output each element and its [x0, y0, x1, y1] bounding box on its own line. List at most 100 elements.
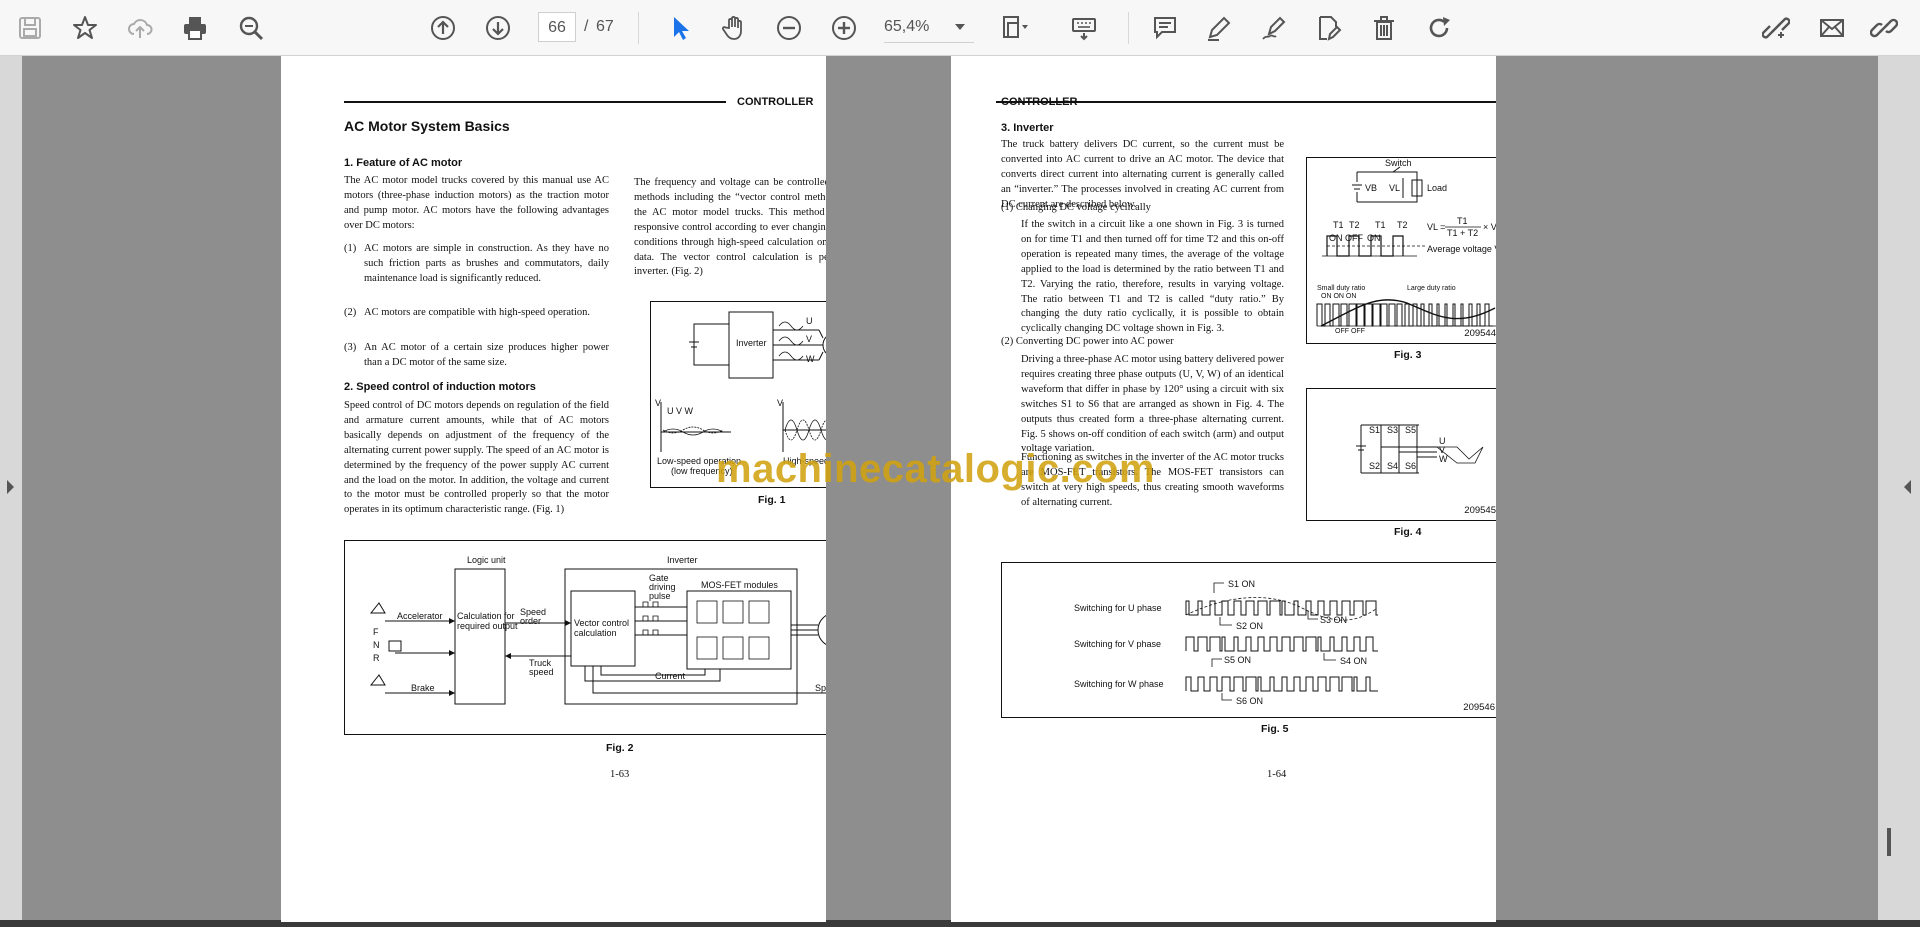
- zoom-out-icon[interactable]: [771, 10, 807, 46]
- save-icon[interactable]: [12, 10, 48, 46]
- figure-5-switching-phases: Switching for U phase Switching for V ph…: [1001, 562, 1496, 718]
- fig-label: Switching for W phase: [1074, 679, 1164, 689]
- fig-label: Small duty ratio: [1317, 285, 1365, 292]
- page-down-icon[interactable]: [480, 10, 516, 46]
- fig-label: T1 + T2: [1447, 228, 1478, 238]
- section-heading: 3. Inverter: [1001, 122, 1054, 134]
- body-paragraph: The frequency and voltage can be control…: [634, 177, 826, 278]
- fig-label: S5 ON: [1224, 655, 1251, 665]
- toolbar-divider: [638, 12, 639, 44]
- fig-label: T2: [1397, 220, 1408, 230]
- list-item: (2) AC motors are compatible with high-s…: [344, 307, 590, 318]
- select-cursor-icon[interactable]: [662, 10, 698, 46]
- fig-label: required output: [457, 621, 518, 631]
- fig-label: Vector control: [574, 618, 629, 628]
- subsection-heading: (2) Converting DC power into AC power: [1001, 336, 1174, 347]
- page-number: 1-64: [1267, 769, 1287, 780]
- fig-label: Brake: [411, 683, 435, 693]
- sign-icon[interactable]: [1256, 10, 1292, 46]
- edit-document-icon[interactable]: [1311, 10, 1347, 46]
- print-icon[interactable]: [177, 10, 213, 46]
- fig-label: Switching for U phase: [1074, 603, 1162, 613]
- zoom-in-icon[interactable]: [826, 10, 862, 46]
- fig-label: Switch: [1385, 158, 1412, 168]
- fig-label: order: [520, 616, 541, 626]
- fig-label: VL =: [1427, 222, 1445, 232]
- hyperlink-icon[interactable]: [1866, 10, 1902, 46]
- fig-label: ON ON ON: [1321, 293, 1356, 300]
- fig-label: V: [777, 398, 783, 408]
- redo-icon[interactable]: [1421, 10, 1457, 46]
- page-up-icon[interactable]: [425, 10, 461, 46]
- bookmark-star-icon[interactable]: [67, 10, 103, 46]
- figure-4-six-switch-circuit: S1 S3 S5 S2 S4 S6 U V W 209545: [1306, 388, 1496, 521]
- fig-label: R: [373, 653, 380, 663]
- fig-label: S5: [1405, 425, 1416, 435]
- fig-label: Inverter: [667, 555, 698, 565]
- fig-label: ON: [1329, 233, 1343, 243]
- fig-label: MOS-FET modules: [701, 580, 778, 590]
- figure-3-duty-ratio: Switch VB VL Load T1 T2 T1 T2 ON OFF ON …: [1306, 157, 1496, 344]
- fig-label: Speed: [815, 683, 826, 693]
- pdf-toolbar: 66 / 67 65,4%: [0, 0, 1920, 56]
- chevron-down-icon[interactable]: [955, 24, 965, 30]
- fig-label: Accelerator: [397, 611, 443, 621]
- running-head: CONTROLLER: [737, 96, 814, 108]
- figure-code: 209546: [1463, 702, 1495, 713]
- fig-label: Switching for V phase: [1074, 639, 1161, 649]
- fig-label: T1: [1375, 220, 1386, 230]
- fig-label: U V W: [667, 406, 694, 416]
- fig-label: S2 ON: [1236, 621, 1263, 631]
- fig-label: N: [373, 640, 380, 650]
- fig-label: OFF OFF: [1335, 328, 1365, 335]
- fig-label: U: [806, 316, 813, 326]
- hand-pan-icon[interactable]: [716, 10, 752, 46]
- zoom-search-icon[interactable]: [233, 10, 269, 46]
- running-head: CONTROLLER: [1001, 96, 1078, 108]
- fig-label: S1: [1369, 425, 1380, 435]
- share-link-icon[interactable]: [1758, 10, 1794, 46]
- subsection-heading: (1) Changing DC voltage cyclically: [1001, 202, 1151, 213]
- fig-label: S6 ON: [1236, 696, 1263, 706]
- comment-icon[interactable]: [1147, 10, 1183, 46]
- page-number: 1-63: [610, 769, 630, 780]
- trash-icon[interactable]: [1366, 10, 1402, 46]
- fig-label: pulse: [649, 591, 671, 601]
- page-total: 67: [596, 18, 614, 35]
- fig-label: ON: [1367, 233, 1381, 243]
- fig-label: V: [806, 334, 812, 344]
- fig-label: speed: [529, 667, 554, 677]
- toolbar-divider: [1128, 12, 1129, 44]
- expand-left-panel-icon[interactable]: [7, 480, 14, 494]
- fig-label: T2: [1349, 220, 1360, 230]
- cloud-upload-icon[interactable]: [122, 10, 158, 46]
- fig-label: W: [1439, 454, 1448, 464]
- fig-label: Calculation for: [457, 611, 515, 621]
- figure-caption: Fig. 1: [758, 494, 786, 506]
- fig-label: Logic unit: [467, 555, 506, 565]
- pen-icon[interactable]: [1201, 10, 1237, 46]
- fig-label: S4: [1387, 461, 1398, 471]
- body-paragraph: If the switch in a circuit like a one sh…: [1021, 219, 1284, 335]
- watermark-text: machinecatalogic.com: [716, 447, 1156, 491]
- figure-code: 209544: [1464, 328, 1496, 339]
- fig-label: Inverter: [736, 338, 767, 348]
- fig-label: Current: [655, 671, 686, 681]
- fig-label: Average voltage VL: [1427, 244, 1496, 254]
- figure-caption: Fig. 2: [606, 742, 634, 754]
- fit-page-icon[interactable]: [996, 10, 1032, 46]
- section-heading: 2. Speed control of induction motors: [344, 381, 536, 393]
- fig-label: S4 ON: [1340, 656, 1367, 666]
- figure-caption: Fig. 4: [1394, 526, 1422, 538]
- email-icon[interactable]: [1814, 10, 1850, 46]
- fig-label: T1: [1457, 216, 1468, 226]
- header-rule: [344, 101, 726, 103]
- expand-right-panel-icon[interactable]: [1904, 480, 1911, 494]
- fig-label: F: [373, 627, 379, 637]
- keyboard-icon[interactable]: [1066, 10, 1102, 46]
- scrollbar-thumb[interactable]: [1887, 828, 1891, 856]
- page-number-input[interactable]: 66: [538, 12, 576, 42]
- fig-label: OFF: [1345, 233, 1363, 243]
- fig-label: calculation: [574, 628, 617, 638]
- fig-label: Load: [1427, 183, 1447, 193]
